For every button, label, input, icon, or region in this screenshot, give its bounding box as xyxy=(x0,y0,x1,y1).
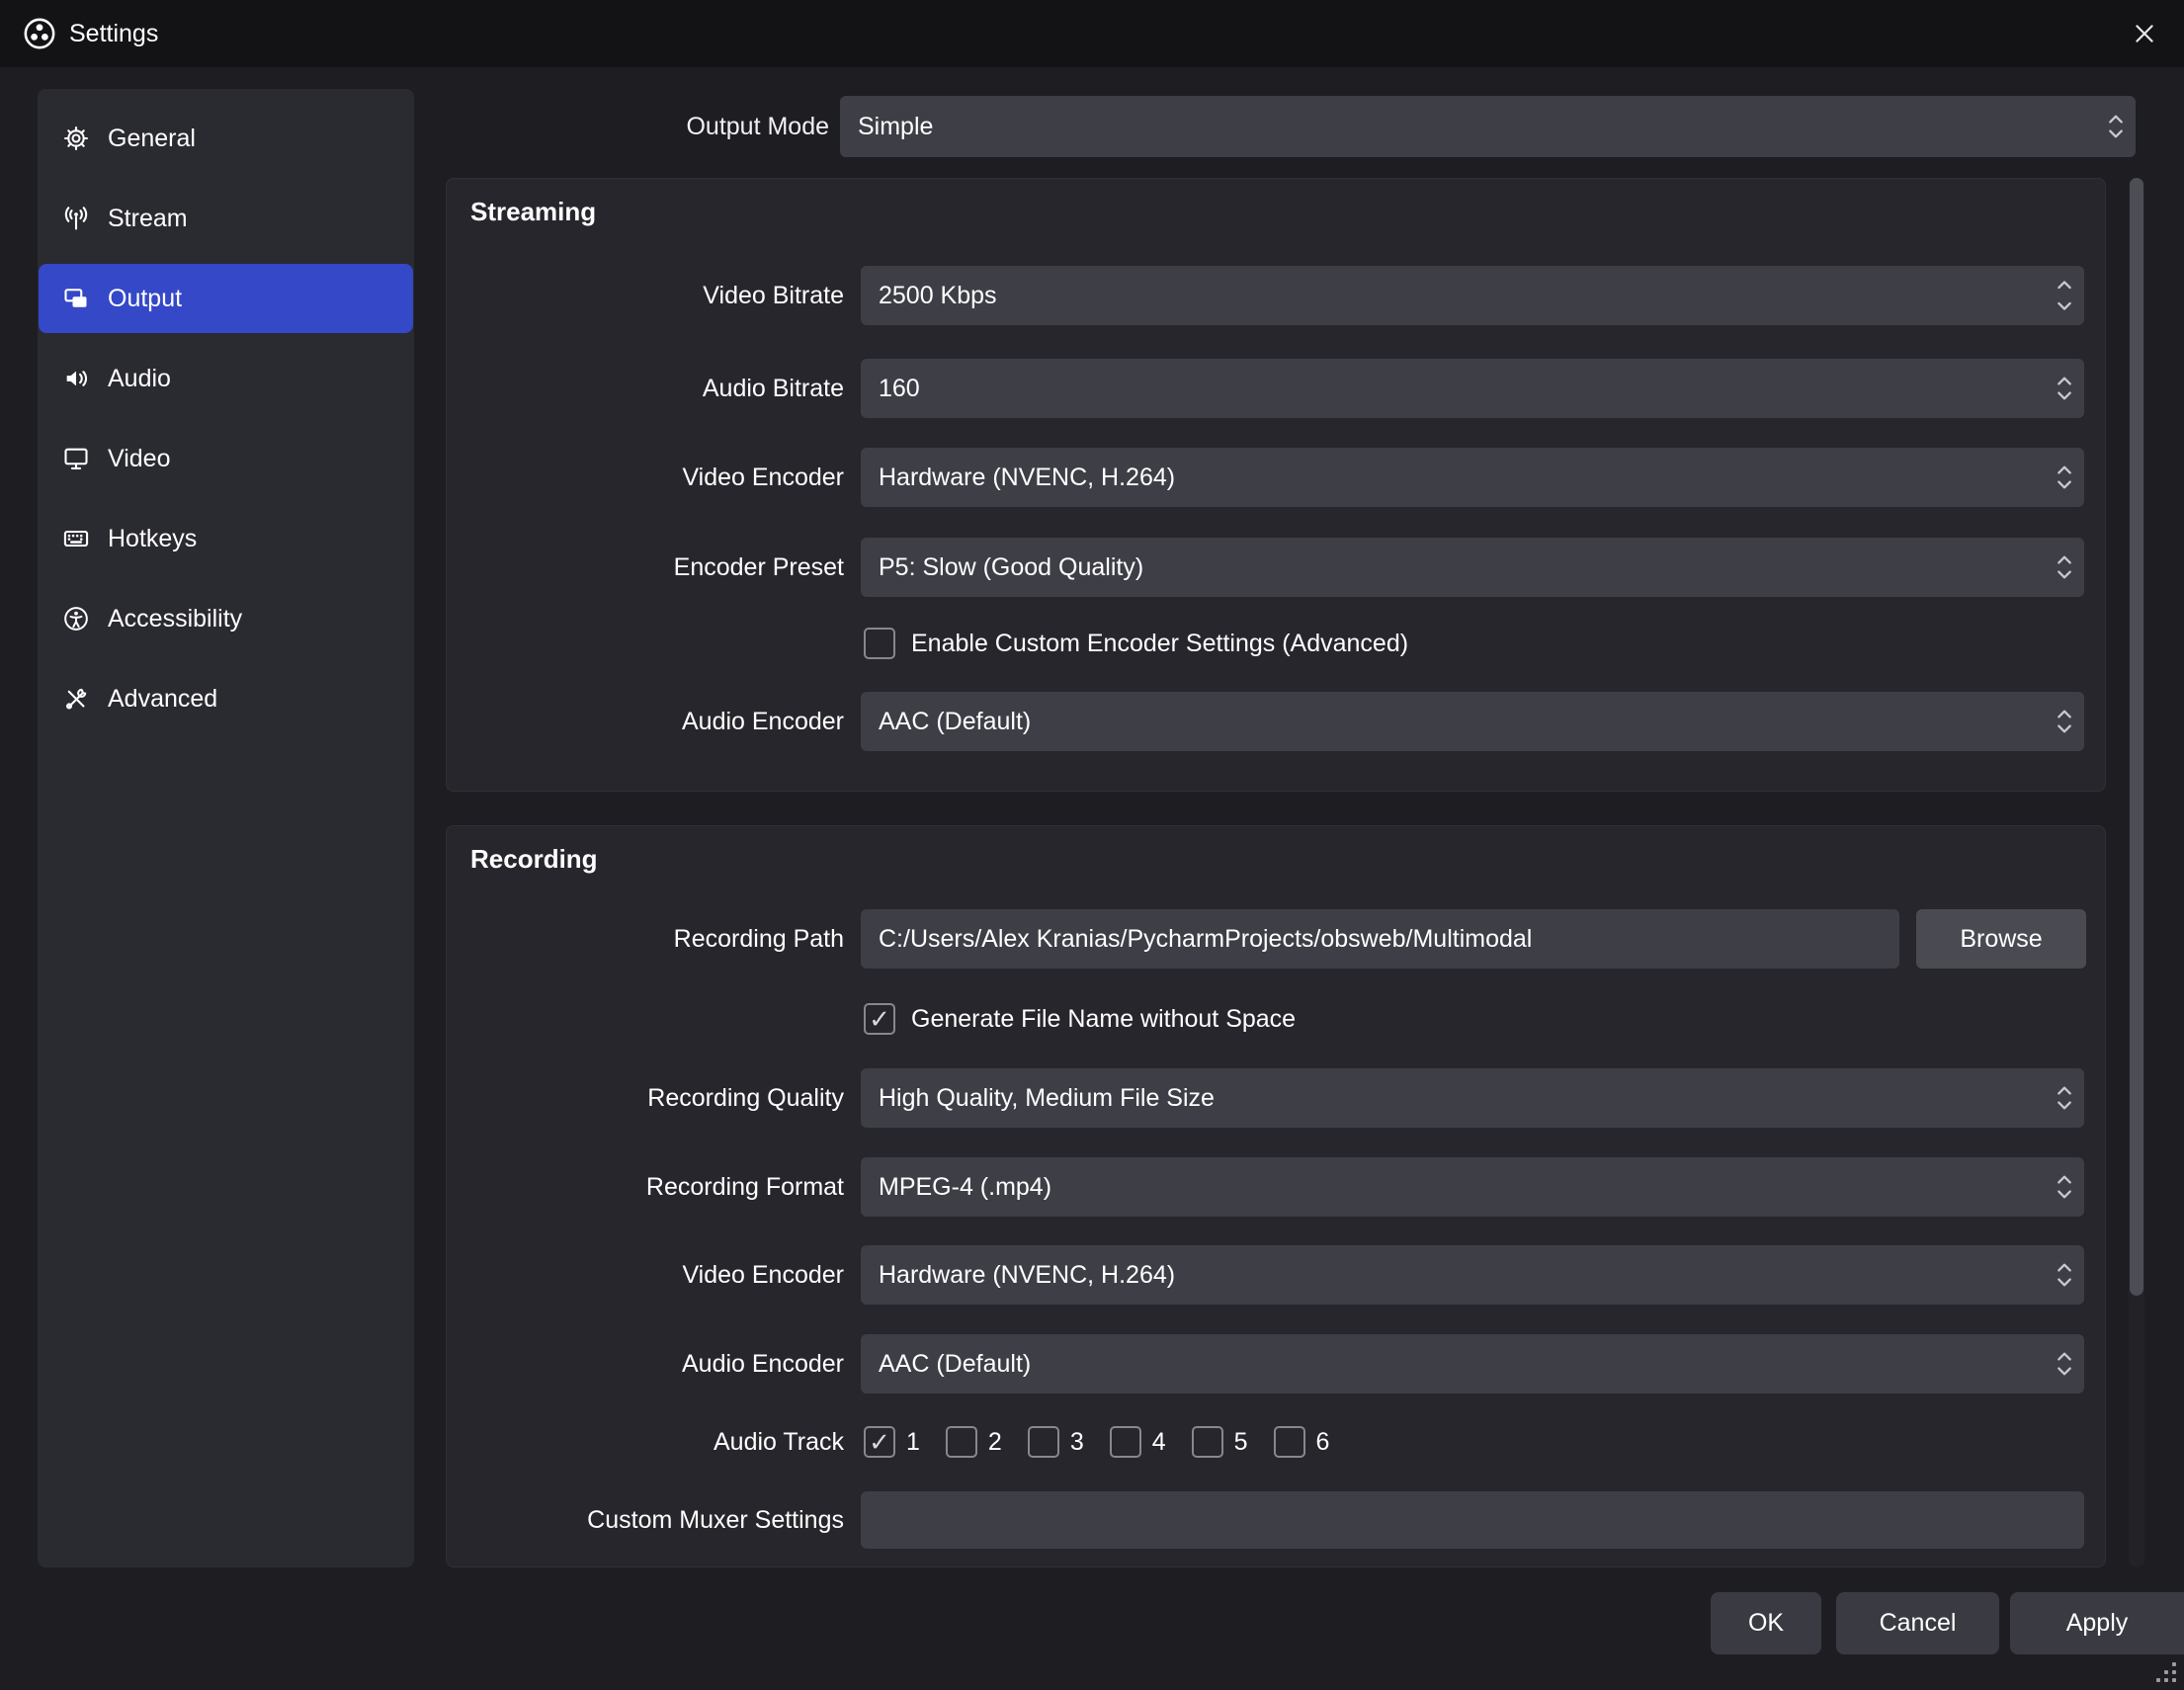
audio-track-row: 1 2 3 4 5 6 xyxy=(864,1426,1355,1458)
audio-track-option: 2 xyxy=(946,1426,1002,1458)
sidebar-item-output[interactable]: Output xyxy=(39,264,413,333)
spinner-arrows-icon[interactable] xyxy=(2057,552,2072,582)
audio-track-5-checkbox[interactable] xyxy=(1192,1426,1223,1458)
recording-format-label: Recording Format xyxy=(447,1173,844,1202)
spinner-arrows-icon[interactable] xyxy=(2108,112,2124,141)
audio-track-label: Audio Track xyxy=(447,1428,844,1457)
audio-bitrate-label: Audio Bitrate xyxy=(447,375,844,403)
recording-title: Recording xyxy=(470,844,598,875)
audio-track-option: 5 xyxy=(1192,1426,1248,1458)
generate-filename-label: Generate File Name without Space xyxy=(911,1005,1296,1034)
resize-grip[interactable] xyxy=(2152,1658,2178,1684)
output-mode-select[interactable]: Simple xyxy=(840,96,2136,157)
recording-quality-select[interactable]: High Quality, Medium File Size xyxy=(861,1068,2084,1128)
audio-track-option: 3 xyxy=(1028,1426,1084,1458)
audio-track-2-checkbox[interactable] xyxy=(946,1426,977,1458)
close-button[interactable] xyxy=(2123,14,2166,53)
output-mode-value: Simple xyxy=(858,113,933,141)
output-icon xyxy=(62,285,90,312)
video-bitrate-label: Video Bitrate xyxy=(447,282,844,310)
enable-custom-encoder-checkbox[interactable] xyxy=(864,628,895,659)
speaker-icon xyxy=(62,365,90,392)
sidebar-item-label: Hotkeys xyxy=(108,525,197,553)
sidebar-item-hotkeys[interactable]: Hotkeys xyxy=(39,504,413,573)
recording-audio-encoder-select[interactable]: AAC (Default) xyxy=(861,1334,2084,1394)
sidebar-item-label: Output xyxy=(108,285,182,313)
sidebar-item-accessibility[interactable]: Accessibility xyxy=(39,584,413,653)
audio-track-4-checkbox[interactable] xyxy=(1110,1426,1141,1458)
obs-logo-icon xyxy=(22,16,57,51)
spinner-arrows-icon[interactable] xyxy=(2057,279,2072,312)
cancel-button[interactable]: Cancel xyxy=(1836,1592,1999,1654)
spinner-arrows-icon[interactable] xyxy=(2057,1083,2072,1113)
video-encoder-select[interactable]: Hardware (NVENC, H.264) xyxy=(861,448,2084,507)
generate-filename-checkbox[interactable] xyxy=(864,1003,895,1035)
ok-button[interactable]: OK xyxy=(1711,1592,1821,1654)
sidebar-item-label: Stream xyxy=(108,205,188,233)
audio-track-option: 1 xyxy=(864,1426,920,1458)
output-mode-row: Output Mode Simple xyxy=(0,96,2184,157)
spinner-arrows-icon[interactable] xyxy=(2057,707,2072,736)
spinner-arrows-icon[interactable] xyxy=(2057,374,2072,403)
sidebar-item-stream[interactable]: Stream xyxy=(39,184,413,253)
audio-bitrate-select[interactable]: 160 xyxy=(861,359,2084,418)
titlebar: Settings xyxy=(0,0,2184,67)
spinner-arrows-icon[interactable] xyxy=(2057,463,2072,492)
output-mode-label: Output Mode xyxy=(0,113,829,141)
spinner-arrows-icon[interactable] xyxy=(2057,1172,2072,1202)
audio-track-option: 6 xyxy=(1274,1426,1330,1458)
sidebar-item-video[interactable]: Video xyxy=(39,424,413,493)
enable-custom-encoder-label: Enable Custom Encoder Settings (Advanced… xyxy=(911,630,1408,658)
sidebar-item-label: Audio xyxy=(108,365,171,393)
video-bitrate-spinbox[interactable]: 2500 Kbps xyxy=(861,266,2084,325)
custom-muxer-label: Custom Muxer Settings xyxy=(447,1506,844,1535)
spinner-arrows-icon[interactable] xyxy=(2057,1260,2072,1290)
sidebar-item-label: Video xyxy=(108,445,171,473)
broadcast-icon xyxy=(62,205,90,232)
sidebar-item-audio[interactable]: Audio xyxy=(39,344,413,413)
accessibility-icon xyxy=(62,605,90,633)
streaming-title: Streaming xyxy=(470,197,596,227)
window-title: Settings xyxy=(69,20,158,48)
sidebar-item-label: Advanced xyxy=(108,685,217,714)
recording-path-input[interactable] xyxy=(861,909,1899,969)
recording-path-label: Recording Path xyxy=(447,925,844,954)
recording-video-encoder-select[interactable]: Hardware (NVENC, H.264) xyxy=(861,1245,2084,1305)
encoder-preset-select[interactable]: P5: Slow (Good Quality) xyxy=(861,538,2084,597)
custom-muxer-input[interactable] xyxy=(861,1491,2084,1549)
audio-track-3-checkbox[interactable] xyxy=(1028,1426,1059,1458)
scrollbar-track[interactable] xyxy=(2129,178,2144,1567)
audio-track-1-checkbox[interactable] xyxy=(864,1426,895,1458)
recording-video-encoder-label: Video Encoder xyxy=(447,1261,844,1290)
obs-settings-window: Settings General xyxy=(0,0,2184,1690)
apply-button[interactable]: Apply xyxy=(2010,1592,2184,1654)
audio-encoder-label: Audio Encoder xyxy=(447,708,844,736)
audio-track-option: 4 xyxy=(1110,1426,1166,1458)
tools-icon xyxy=(62,685,90,713)
sidebar: General Stream Output xyxy=(38,89,414,1567)
sidebar-item-label: Accessibility xyxy=(108,605,242,634)
sidebar-item-advanced[interactable]: Advanced xyxy=(39,664,413,733)
audio-encoder-select[interactable]: AAC (Default) xyxy=(861,692,2084,751)
video-encoder-label: Video Encoder xyxy=(447,464,844,492)
recording-format-select[interactable]: MPEG-4 (.mp4) xyxy=(861,1157,2084,1217)
monitor-icon xyxy=(62,445,90,472)
streaming-group: Streaming Video Bitrate 2500 Kbps Audio … xyxy=(446,178,2106,792)
scrollbar-thumb[interactable] xyxy=(2130,178,2143,1296)
recording-quality-label: Recording Quality xyxy=(447,1084,844,1113)
spinner-arrows-icon[interactable] xyxy=(2057,1349,2072,1379)
audio-track-6-checkbox[interactable] xyxy=(1274,1426,1305,1458)
encoder-preset-label: Encoder Preset xyxy=(447,553,844,582)
recording-audio-encoder-label: Audio Encoder xyxy=(447,1350,844,1379)
keyboard-icon xyxy=(62,525,90,552)
recording-group: Recording Recording Path Browse Generate… xyxy=(446,825,2106,1567)
browse-button[interactable]: Browse xyxy=(1916,909,2086,969)
